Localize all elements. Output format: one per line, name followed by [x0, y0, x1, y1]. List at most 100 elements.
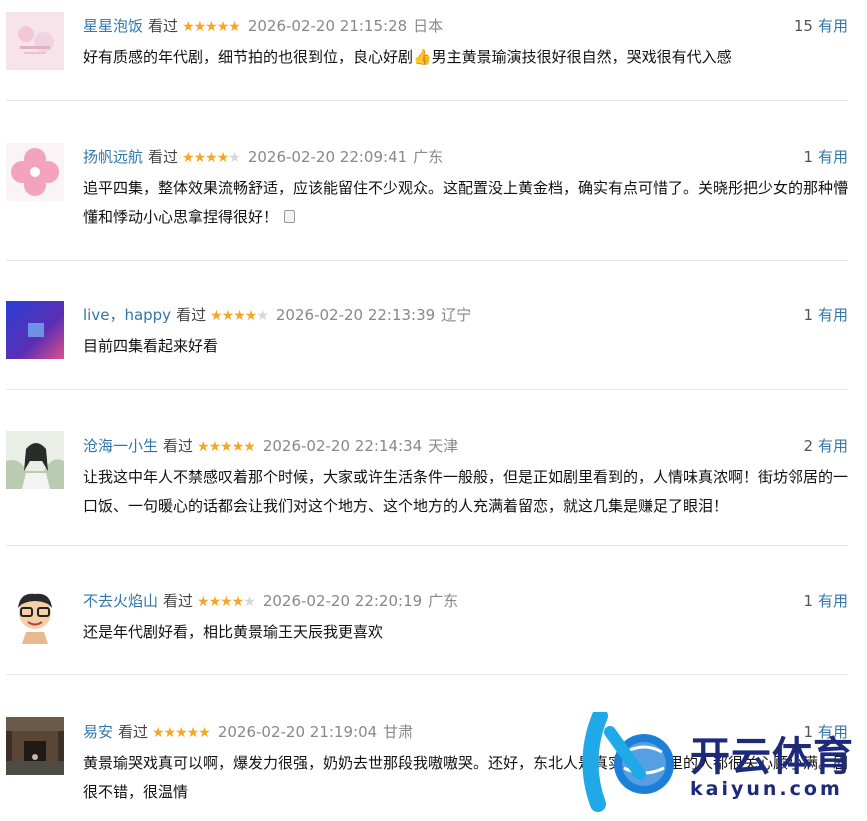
- review-content: 好有质感的年代剧，细节拍的也很到位，良心好剧👍男主黄景瑜演技很好很自然，哭戏很有…: [83, 48, 732, 66]
- useful-vote[interactable]: 1 有用: [803, 146, 848, 168]
- watched-status: 看过: [163, 592, 194, 610]
- star-filled-icon: ★: [208, 439, 222, 455]
- useful-vote[interactable]: 1 有用: [803, 590, 848, 612]
- user-avatar[interactable]: [6, 717, 64, 775]
- review-meta: 易安 看过 ★★★★★ 2026-02-20 21:19:04 甘肃: [83, 721, 413, 743]
- user-avatar[interactable]: [6, 301, 64, 359]
- watched-status: 看过: [118, 723, 149, 741]
- star-filled-icon: ★: [243, 439, 256, 455]
- username-link[interactable]: 扬帆远航: [83, 148, 143, 166]
- star-filled-icon: ★: [163, 725, 177, 741]
- star-filled-icon: ★: [152, 725, 165, 741]
- star-filled-icon: ★: [210, 308, 223, 324]
- useful-vote[interactable]: 15 有用: [794, 15, 848, 37]
- star-rating: ★★★★★: [182, 147, 241, 169]
- star-filled-icon: ★: [197, 594, 210, 610]
- user-avatar[interactable]: [6, 586, 64, 644]
- useful-button[interactable]: 有用: [818, 17, 848, 35]
- watermark: 开云体育 kaiyun.com: [580, 708, 867, 817]
- user-avatar[interactable]: [6, 143, 64, 201]
- divider: [6, 100, 848, 101]
- watched-status: 看过: [148, 17, 179, 35]
- watermark-logo-icon: [582, 708, 674, 812]
- divider: [6, 545, 848, 546]
- user-avatar[interactable]: [6, 12, 64, 70]
- username-link[interactable]: 不去火焰山: [83, 592, 158, 610]
- review-time: 2026-02-20 21:15:28: [247, 17, 408, 35]
- review-meta: 扬帆远航 看过 ★★★★★ 2026-02-20 22:09:41 广东: [83, 146, 443, 168]
- star-rating: ★★★★★: [197, 591, 256, 613]
- useful-count: 1: [803, 148, 813, 166]
- star-filled-icon: ★: [216, 150, 230, 166]
- useful-count: 15: [793, 17, 813, 35]
- user-avatar[interactable]: [6, 431, 64, 489]
- useful-count: 2: [803, 437, 813, 455]
- star-filled-icon: ★: [220, 594, 233, 610]
- username-link[interactable]: 易安: [83, 723, 113, 741]
- useful-count: 1: [803, 592, 813, 610]
- watched-status: 看过: [176, 306, 207, 324]
- star-rating: ★★★★★: [197, 436, 256, 458]
- review-content: 目前四集看起来好看: [83, 337, 219, 355]
- divider: [6, 674, 848, 675]
- review-meta: 沧海一小生 看过 ★★★★★ 2026-02-20 22:14:34 天津: [83, 435, 458, 457]
- useful-button[interactable]: 有用: [818, 148, 848, 166]
- more-icon[interactable]: [284, 210, 296, 223]
- review-location: 广东: [413, 148, 444, 166]
- watched-status: 看过: [148, 148, 179, 166]
- star-filled-icon: ★: [228, 19, 241, 35]
- star-filled-icon: ★: [175, 725, 188, 741]
- review-time: 2026-02-20 22:14:34: [262, 437, 423, 455]
- watermark-domain: kaiyun.com: [690, 778, 843, 800]
- watched-status: 看过: [163, 437, 194, 455]
- review-location: 广东: [428, 592, 459, 610]
- review-location: 天津: [428, 437, 459, 455]
- review-meta: 不去火焰山 看过 ★★★★★ 2026-02-20 22:20:19 广东: [83, 590, 458, 612]
- star-filled-icon: ★: [186, 725, 200, 741]
- star-filled-icon: ★: [193, 19, 207, 35]
- star-empty-icon: ★: [228, 150, 241, 166]
- useful-count: 1: [803, 306, 813, 324]
- username-link[interactable]: 沧海一小生: [83, 437, 158, 455]
- star-filled-icon: ★: [193, 150, 207, 166]
- star-filled-icon: ★: [205, 19, 218, 35]
- star-filled-icon: ★: [233, 308, 246, 324]
- review-location: 日本: [413, 17, 444, 35]
- useful-vote[interactable]: 2 有用: [803, 435, 848, 457]
- star-filled-icon: ★: [220, 439, 233, 455]
- review-time: 2026-02-20 22:09:41: [247, 148, 408, 166]
- review-meta: live，happy 看过 ★★★★★ 2026-02-20 22:13:39 辽宁: [83, 304, 471, 326]
- review-location: 甘肃: [383, 723, 414, 741]
- star-filled-icon: ★: [198, 725, 211, 741]
- star-filled-icon: ★: [221, 308, 235, 324]
- star-filled-icon: ★: [231, 439, 245, 455]
- username-link[interactable]: live，happy: [83, 306, 171, 324]
- star-filled-icon: ★: [208, 594, 222, 610]
- useful-vote[interactable]: 1 有用: [803, 304, 848, 326]
- review-content: 追平四集，整体效果流畅舒适，应该能留住不少观众。这配置没上黄金档，确实有点可惜了…: [83, 174, 853, 232]
- review-time: 2026-02-20 22:13:39: [275, 306, 436, 324]
- review-content: 还是年代剧好看，相比黄景瑜王天辰我更喜欢: [83, 623, 384, 641]
- review-time: 2026-02-20 21:19:04: [217, 723, 378, 741]
- divider: [6, 260, 848, 261]
- review-text: 追平四集，整体效果流畅舒适，应该能留住不少观众。这配置没上黄金档，确实有点可惜了…: [83, 179, 849, 226]
- star-empty-icon: ★: [243, 594, 256, 610]
- review-location: 辽宁: [441, 306, 472, 324]
- divider: [6, 389, 848, 390]
- star-filled-icon: ★: [216, 19, 230, 35]
- star-rating: ★★★★★: [182, 16, 241, 38]
- star-filled-icon: ★: [197, 439, 210, 455]
- star-empty-icon: ★: [256, 308, 269, 324]
- username-link[interactable]: 星星泡饭: [83, 17, 143, 35]
- review-content: 让我这中年人不禁感叹着那个时候，大家或许生活条件一般般，但是正如剧里看到的，人情…: [83, 468, 849, 515]
- star-rating: ★★★★★: [210, 305, 269, 327]
- review-time: 2026-02-20 22:20:19: [262, 592, 423, 610]
- useful-button[interactable]: 有用: [818, 437, 848, 455]
- review-meta: 星星泡饭 看过 ★★★★★ 2026-02-20 21:15:28 日本: [83, 15, 443, 37]
- star-filled-icon: ★: [182, 19, 195, 35]
- star-filled-icon: ★: [205, 150, 218, 166]
- star-filled-icon: ★: [231, 594, 245, 610]
- watermark-text: 开云体育: [690, 734, 854, 780]
- useful-button[interactable]: 有用: [818, 306, 848, 324]
- useful-button[interactable]: 有用: [818, 592, 848, 610]
